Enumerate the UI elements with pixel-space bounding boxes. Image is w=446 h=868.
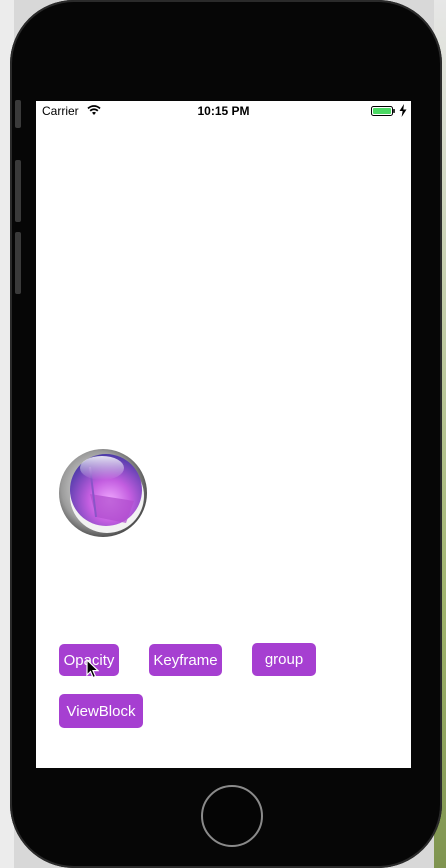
battery-icon — [371, 106, 395, 116]
mute-switch — [15, 100, 21, 128]
device-screen: Carrier 10:15 PM Opacity Keyframe group … — [36, 101, 411, 768]
volume-down-button — [15, 232, 21, 294]
volume-up-button — [15, 160, 21, 222]
status-time: 10:15 PM — [197, 104, 250, 118]
charge-icon — [399, 104, 407, 117]
cursor-icon — [86, 659, 99, 679]
keyframe-button[interactable]: Keyframe — [149, 644, 222, 676]
group-button[interactable]: group — [252, 643, 316, 676]
orb-logo-icon — [59, 449, 147, 537]
status-bar: Carrier 10:15 PM — [36, 101, 411, 121]
home-button[interactable] — [201, 785, 263, 847]
viewblock-button[interactable]: ViewBlock — [59, 694, 143, 728]
